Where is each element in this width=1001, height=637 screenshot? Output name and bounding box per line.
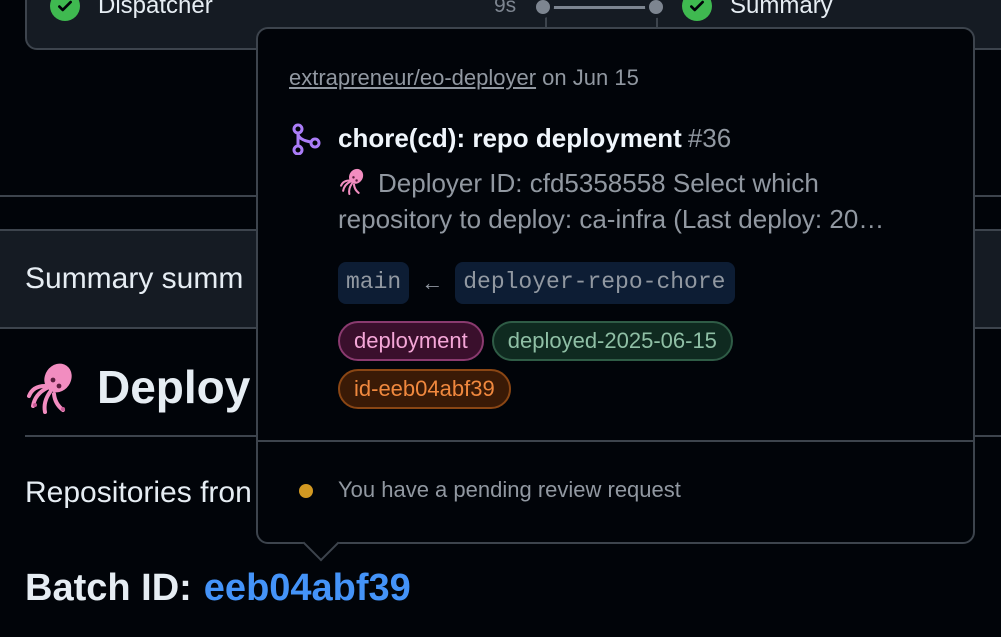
git-pull-request-icon <box>291 123 321 156</box>
repositories-text: Repositories fron <box>25 476 252 509</box>
base-branch[interactable]: main <box>338 262 410 304</box>
job-name: Summary <box>730 0 833 19</box>
pending-dot-icon <box>299 484 313 498</box>
head-branch[interactable]: deployer-repo-chore <box>455 262 736 304</box>
squid-icon <box>25 358 83 416</box>
pr-number: #36 <box>687 123 732 153</box>
branch-refs: main ← deployer-repo-chore <box>338 262 736 304</box>
job-dispatcher[interactable]: Dispatcher <box>50 0 213 24</box>
label-deployment[interactable]: deployment <box>338 321 484 361</box>
pr-date: on Jun 15 <box>542 65 639 90</box>
batch-id-label: Batch ID: <box>25 567 192 609</box>
batch-id-line: Batch ID: eeb04abf39 <box>25 567 411 610</box>
pr-labels: deployment deployed-2025-06-15 id-eeb04a… <box>338 321 778 409</box>
pr-hovercard: extrapreneur/eo-deployer on Jun 15 chore… <box>256 27 975 562</box>
repo-link[interactable]: extrapreneur/eo-deployer <box>289 65 536 90</box>
divider <box>258 440 973 442</box>
pending-review-text: You have a pending review request <box>338 477 681 502</box>
summary-title: Summary summ <box>25 262 244 295</box>
job-name: Dispatcher <box>98 0 213 19</box>
batch-id-link[interactable]: eeb04abf39 <box>204 567 411 609</box>
job-duration: 9s <box>494 0 517 17</box>
check-circle-icon <box>50 0 80 21</box>
job-summary[interactable]: Summary <box>682 0 833 24</box>
hovercard-caret <box>302 524 340 562</box>
pr-body-text: Deployer ID: cfd5358558 Select which rep… <box>338 168 896 234</box>
check-circle-icon <box>682 0 712 21</box>
label-deployed-date[interactable]: deployed-2025-06-15 <box>491 321 733 361</box>
job-connector <box>543 6 656 9</box>
pr-body: Deployer ID: cfd5358558 Select which rep… <box>338 165 898 237</box>
page: Dispatcher 9s Summary Summary summ Deplo… <box>0 0 1001 637</box>
deploy-heading-text: Deploy <box>97 361 251 413</box>
label-id[interactable]: id-eeb04abf39 <box>338 369 511 409</box>
pr-meta: extrapreneur/eo-deployer on Jun 15 <box>289 65 639 91</box>
pr-title: chore(cd): repo deployment <box>338 123 682 153</box>
arrow-left-icon: ← <box>421 270 444 295</box>
deploy-heading: Deploy <box>25 358 250 416</box>
squid-icon <box>338 166 370 196</box>
pr-title-line[interactable]: chore(cd): repo deployment #36 <box>338 123 731 154</box>
